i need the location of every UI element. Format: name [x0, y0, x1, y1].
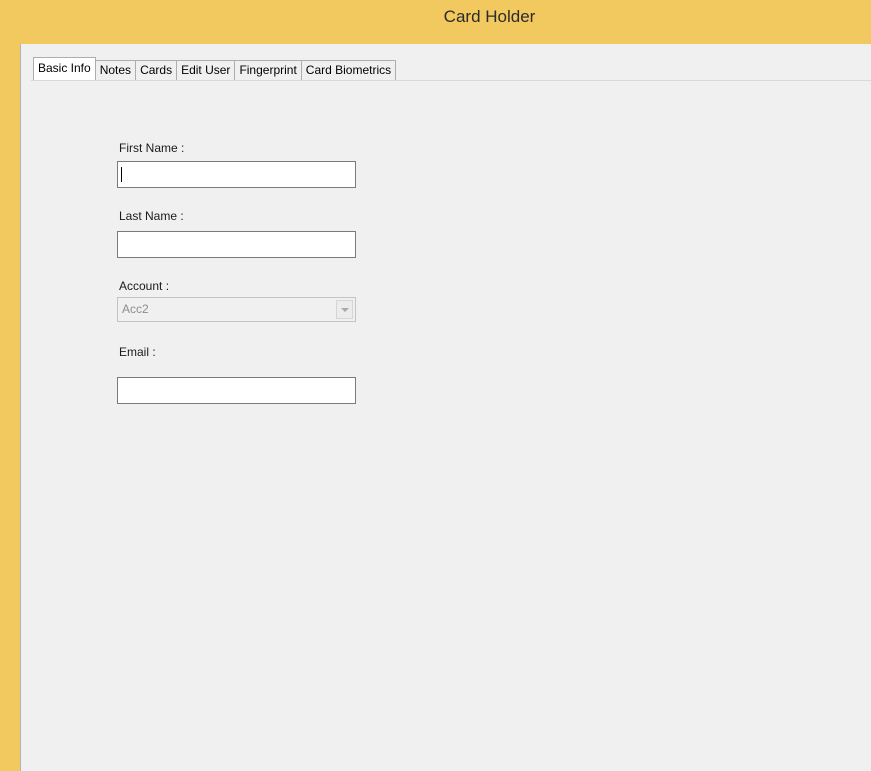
- account-selected-value: Acc2: [122, 302, 149, 316]
- tab-basic-info[interactable]: Basic Info: [33, 57, 96, 80]
- account-dropdown[interactable]: Acc2: [117, 297, 356, 322]
- basic-info-tab-page: First Name : Last Name : Account : Acc2 …: [31, 80, 871, 771]
- email-label: Email :: [119, 345, 156, 359]
- window-client-area: Basic Info Notes Cards Edit User Fingerp…: [20, 44, 871, 771]
- text-caret: [121, 167, 122, 182]
- title-bar[interactable]: Card Holder: [0, 0, 871, 44]
- chevron-down-icon: [341, 308, 349, 312]
- email-field[interactable]: [117, 377, 356, 404]
- first-name-label: First Name :: [119, 141, 185, 155]
- account-dropdown-button[interactable]: [336, 300, 353, 319]
- account-label: Account :: [119, 279, 170, 293]
- tab-notes[interactable]: Notes: [94, 60, 137, 80]
- last-name-label: Last Name :: [119, 209, 184, 223]
- tab-card-biometrics[interactable]: Card Biometrics: [300, 60, 397, 80]
- tab-edit-user[interactable]: Edit User: [176, 60, 236, 80]
- last-name-field[interactable]: [117, 231, 356, 258]
- tab-cards[interactable]: Cards: [135, 60, 178, 80]
- tab-fingerprint[interactable]: Fingerprint: [234, 60, 302, 80]
- window-title: Card Holder: [443, 7, 536, 26]
- tab-strip: Basic Info Notes Cards Edit User Fingerp…: [33, 57, 397, 80]
- card-holder-window: Card Holder Basic Info Notes Cards Edit …: [0, 0, 871, 771]
- first-name-field[interactable]: [117, 161, 356, 188]
